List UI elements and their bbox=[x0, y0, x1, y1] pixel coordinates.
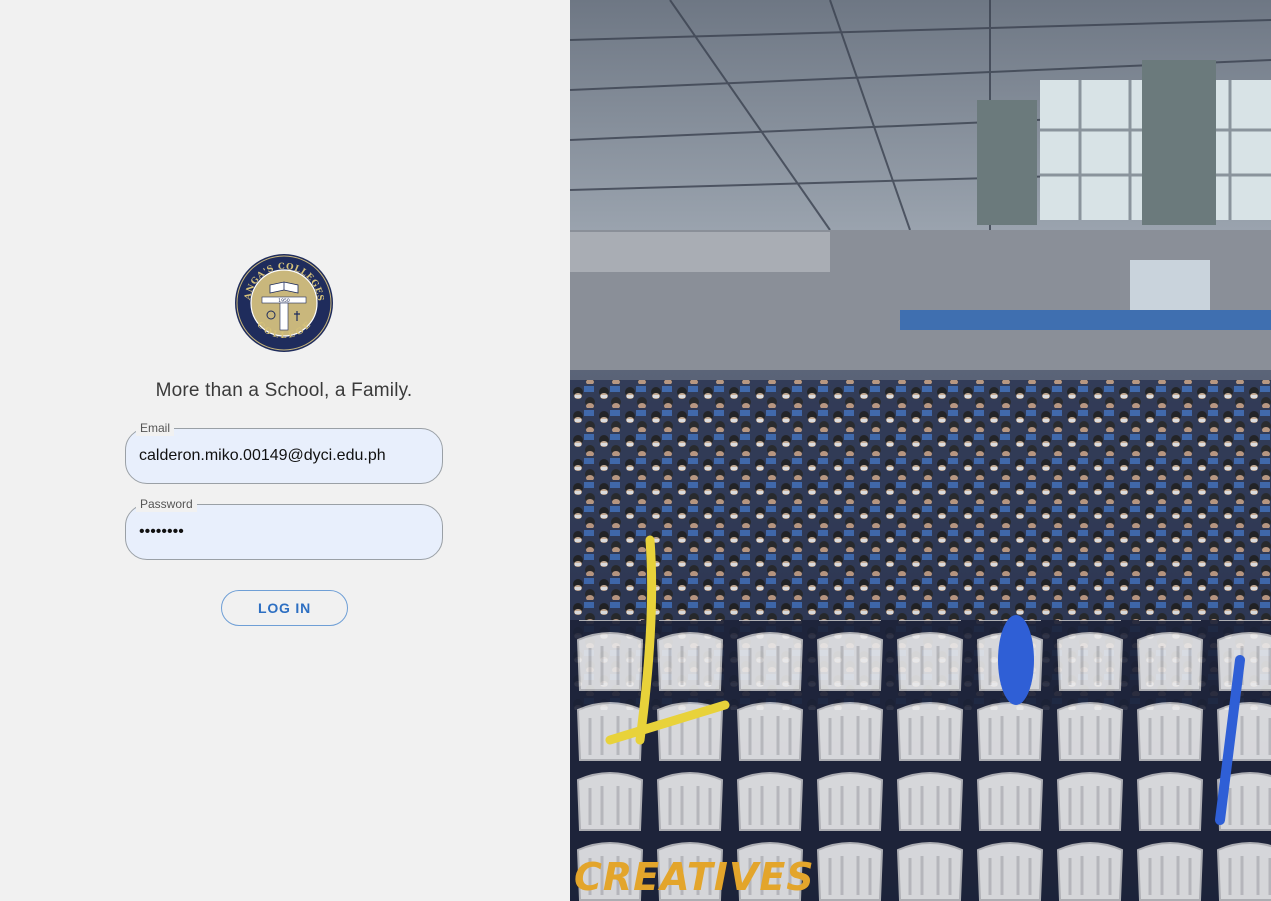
photo-credit-watermark: CREATIVES bbox=[574, 855, 815, 899]
crowd-photo-illustration bbox=[570, 0, 1271, 901]
login-page: DR. YANGA'S COLLEGES INC. COLLEGE 1950 M… bbox=[0, 0, 1271, 901]
email-input[interactable] bbox=[139, 429, 429, 483]
campus-event-photo: CREATIVES bbox=[570, 0, 1271, 901]
tagline: More than a School, a Family. bbox=[155, 380, 413, 401]
college-seal-logo: DR. YANGA'S COLLEGES INC. COLLEGE 1950 bbox=[234, 253, 333, 352]
login-panel: DR. YANGA'S COLLEGES INC. COLLEGE 1950 M… bbox=[0, 0, 570, 901]
password-field[interactable]: Password bbox=[125, 496, 443, 560]
login-button[interactable]: LOG IN bbox=[221, 590, 348, 626]
email-field[interactable]: Email bbox=[125, 420, 443, 484]
password-input[interactable] bbox=[139, 505, 429, 559]
